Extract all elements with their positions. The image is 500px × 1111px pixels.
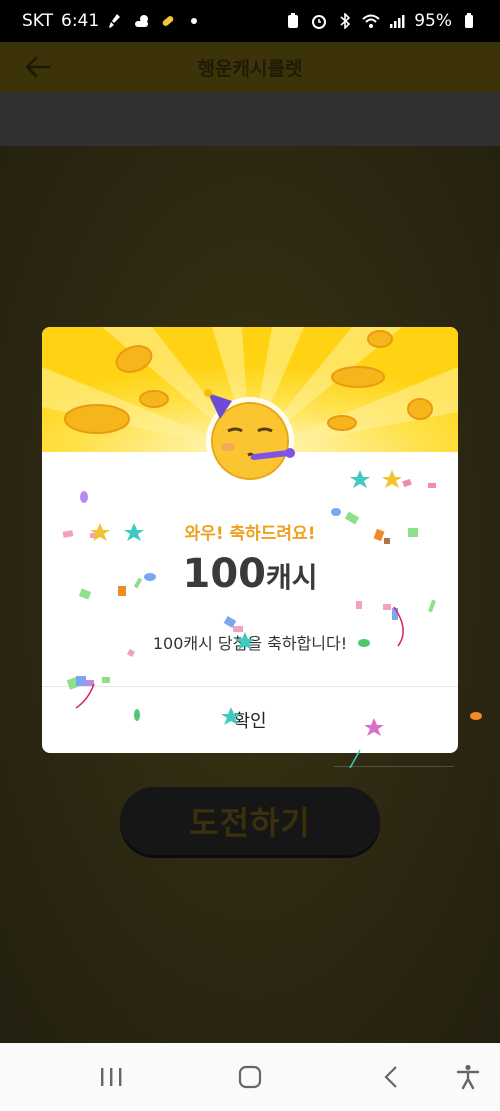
reward-amount-unit: 캐시	[265, 561, 318, 594]
battery-percent: 95%	[414, 11, 452, 31]
reward-amount-number: 100	[182, 551, 266, 597]
reward-amount: 100캐시	[42, 551, 458, 597]
confirm-button[interactable]: 확인	[42, 687, 458, 753]
challenge-button[interactable]: 도전하기	[120, 787, 380, 855]
signal-icon	[388, 12, 406, 30]
status-left: SKT 6:41	[22, 11, 203, 31]
page-title: 행운캐시룰렛	[197, 57, 303, 80]
party-face-emoji: 🥳	[198, 383, 302, 487]
dot-icon	[185, 12, 203, 30]
back-nav-button[interactable]	[369, 1055, 413, 1099]
home-button[interactable]	[228, 1055, 272, 1099]
battery-icon	[460, 12, 478, 30]
status-right: 95%	[284, 11, 478, 31]
alarm-icon	[310, 12, 328, 30]
battery-saver-icon	[284, 12, 302, 30]
app-bar: 행운캐시룰렛	[0, 42, 500, 92]
weather-icon	[133, 12, 151, 30]
confirm-button-label: 확인	[233, 711, 267, 732]
status-bar: SKT 6:41 95%	[0, 0, 500, 42]
home-icon	[238, 1065, 262, 1089]
recent-apps-button[interactable]	[89, 1055, 133, 1099]
arrow-left-icon	[25, 56, 51, 78]
accessibility-icon	[456, 1064, 480, 1090]
dialog-message: 100캐시 당첨을 축하합니다!	[152, 634, 348, 653]
clock: 6:41	[61, 11, 100, 31]
pill-icon	[159, 12, 177, 30]
carrier-label: SKT	[22, 11, 54, 31]
bluetooth-icon	[336, 12, 354, 30]
dialog-title: 와우! 축하드려요!	[184, 524, 316, 544]
sub-header	[0, 92, 500, 146]
wifi-icon	[362, 12, 380, 30]
accessibility-button[interactable]	[446, 1055, 490, 1099]
challenge-button-label: 도전하기	[189, 804, 311, 842]
navigation-bar	[0, 1043, 500, 1111]
cleaning-icon	[107, 12, 125, 30]
recent-apps-icon	[101, 1068, 122, 1086]
back-icon	[384, 1066, 397, 1088]
back-button[interactable]	[18, 50, 58, 84]
